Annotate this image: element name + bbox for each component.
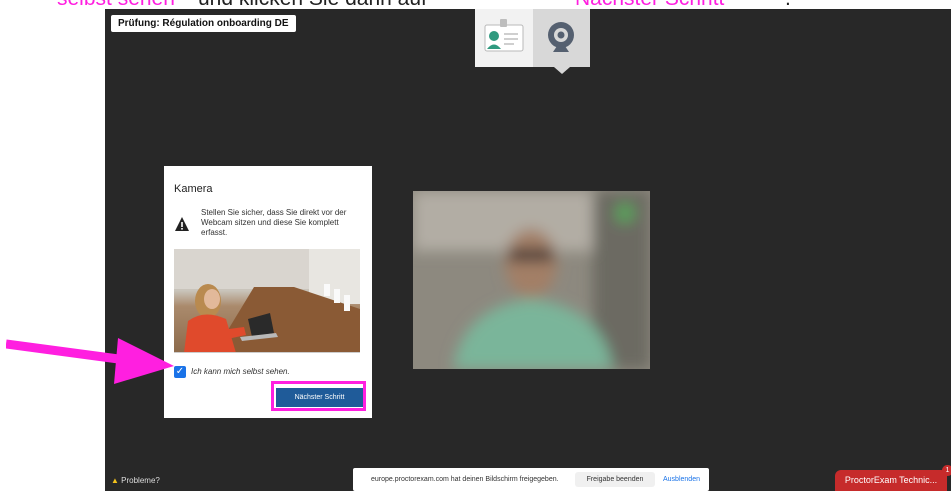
exam-title: Prüfung: Régulation onboarding DE [111,15,296,32]
step-webcam[interactable] [533,9,590,67]
camera-panel: Kamera Stellen Sie sicher, dass Sie dire… [164,166,372,418]
step-id[interactable] [475,9,532,67]
webcam-icon [548,22,574,52]
stop-sharing-button[interactable]: Freigabe beenden [575,472,655,487]
webcam-preview [413,191,650,369]
step-indicator [475,9,590,67]
panel-title: Kamera [174,183,213,195]
panel-divider [174,352,360,353]
see-myself-label: Ich kann mich selbst sehen. [191,367,290,376]
share-message: europe.proctorexam.com hat deinen Bildsc… [371,476,559,483]
pointer-arrow-icon [6,338,174,384]
id-card-icon [484,19,524,52]
warning-small-icon: ▲ [111,476,119,485]
exam-window: Prüfung: Régulation onboarding DE Kamera… [105,9,951,491]
step-pointer [554,67,570,74]
example-photo-illustration [174,249,360,353]
screen-share-bar: europe.proctorexam.com hat deinen Bildsc… [353,468,709,491]
warning-icon [175,217,189,231]
webcam-feed [413,191,650,369]
help-link[interactable]: ▲ Probleme? [111,476,160,485]
example-photo [174,249,360,353]
support-badge: 1 [942,465,951,476]
hide-button[interactable]: Ausblenden [663,476,700,483]
help-label: Probleme? [121,476,160,485]
support-chat-button[interactable]: ProctorExam Technic... [835,470,947,491]
panel-description: Stellen Sie sicher, dass Sie direkt vor … [201,208,347,237]
next-step-highlight [271,381,366,411]
